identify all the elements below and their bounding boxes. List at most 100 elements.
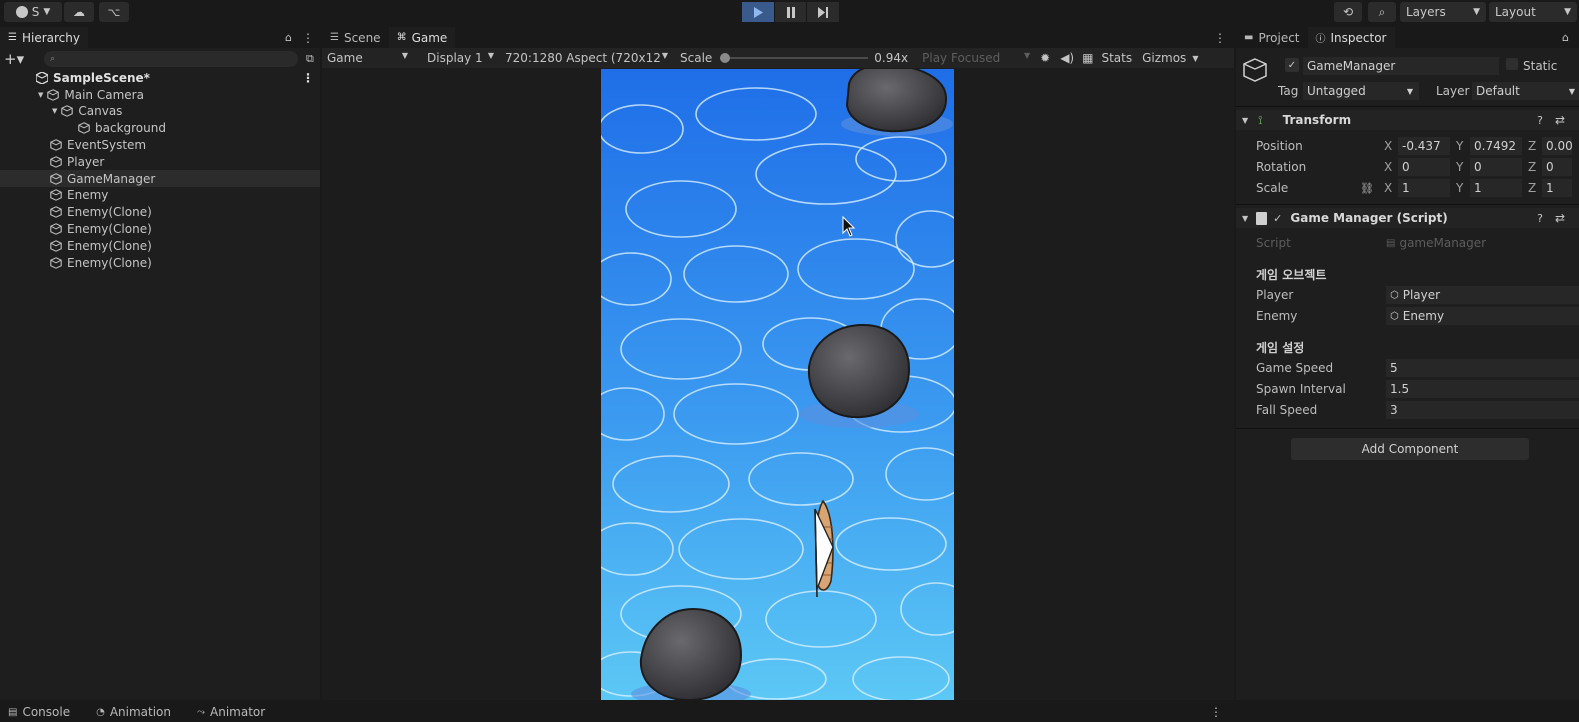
search-button[interactable]: ⌕	[1368, 2, 1396, 22]
layout-dropdown[interactable]: Layout ▼	[1489, 2, 1577, 22]
more-icon[interactable]: ⋮	[1210, 705, 1222, 719]
list-item[interactable]: EventSystem	[0, 136, 320, 153]
lock-icon[interactable]: ⌂	[285, 31, 292, 45]
list-item-label: Main Camera	[64, 87, 144, 102]
list-item-label: Enemy	[67, 188, 109, 203]
grid-icon[interactable]: ▦	[1082, 51, 1093, 65]
scale-x-field[interactable]: 1	[1398, 179, 1450, 197]
tab-game[interactable]: ⌘ Game	[388, 27, 456, 48]
list-item[interactable]: Enemy(Clone)	[0, 237, 320, 254]
lock-icon[interactable]: ⌂	[1562, 31, 1579, 44]
layout-label: Layout	[1495, 5, 1536, 19]
list-item[interactable]: Enemy(Clone)	[0, 254, 320, 271]
axis-z-label: Z	[1528, 160, 1537, 174]
script-component-header[interactable]: ▼ ✓ Game Manager (Script) ? ⇄	[1236, 208, 1579, 228]
foldout-arrow-icon[interactable]: ▼	[52, 107, 57, 115]
rotation-y-field[interactable]: 0	[1470, 158, 1522, 176]
account-dropdown[interactable]: S ▼	[4, 2, 62, 22]
scale-z-field[interactable]: 1	[1542, 179, 1572, 197]
aspect-dropdown[interactable]: 720:1280 Aspect (720x12 ▼	[496, 51, 672, 65]
inspector-panel: ▬ Project ⓘ Inspector ⌂ ✓ GameManager St…	[1236, 27, 1579, 700]
link-icon[interactable]: ⛓	[1360, 182, 1384, 195]
search-input[interactable]: ⌕	[44, 51, 298, 67]
cloud-button[interactable]: ☁	[64, 2, 94, 22]
help-icon[interactable]: ?	[1537, 212, 1543, 225]
bug-icon[interactable]: ✹	[1040, 51, 1050, 65]
list-item-label: GameManager	[67, 171, 156, 186]
object-name-field[interactable]: GameManager	[1303, 57, 1499, 75]
tab-hierarchy[interactable]: ☰ Hierarchy	[0, 27, 88, 48]
position-y-field[interactable]: 0.7492	[1470, 137, 1522, 155]
display-dropdown[interactable]: Display 1 ▼	[414, 51, 496, 65]
tag-value: Untagged	[1307, 84, 1366, 98]
game-mode-dropdown[interactable]: Game ▼	[322, 51, 414, 65]
tab-project[interactable]: ▬ Project	[1236, 27, 1308, 48]
foldout-arrow-icon[interactable]: ▼	[38, 91, 43, 99]
enemy-object-field[interactable]: ⬡ Enemy	[1386, 307, 1579, 325]
spawn-interval-field[interactable]: 1.5	[1386, 380, 1579, 398]
list-item[interactable]: Enemy(Clone)	[0, 220, 320, 237]
audio-icon[interactable]: ◀)	[1060, 51, 1074, 65]
list-item[interactable]: ▼ Canvas	[0, 103, 320, 120]
position-z-field[interactable]: 0.005	[1542, 137, 1572, 155]
tab-animator[interactable]: ⤳ Animator	[189, 702, 273, 722]
player-object-field[interactable]: ⬡ Player	[1386, 286, 1579, 304]
list-item-label: Enemy(Clone)	[67, 221, 152, 236]
script-value: gameManager	[1399, 236, 1487, 250]
tab-console[interactable]: ▤ Console	[0, 702, 78, 722]
collab-button[interactable]: ⌥	[99, 2, 129, 22]
enabled-checkbox[interactable]: ✓	[1273, 212, 1282, 225]
list-item[interactable]: Player	[0, 153, 320, 170]
unity-scene-icon	[36, 71, 48, 84]
static-checkbox[interactable]	[1506, 58, 1518, 70]
list-item[interactable]: GameManager	[0, 170, 320, 187]
play-button[interactable]	[742, 2, 775, 22]
display-label: Display 1	[427, 51, 483, 65]
settings-icon[interactable]: ⇄	[1555, 113, 1565, 127]
transform-header[interactable]: ▼ ⟟ Transform ? ⇄	[1236, 110, 1579, 130]
add-icon[interactable]: +▾	[4, 50, 28, 68]
pause-button[interactable]	[774, 2, 808, 22]
gameobject-icon	[50, 139, 62, 151]
rotation-z-field[interactable]: 0	[1542, 158, 1572, 176]
more-icon[interactable]: ⋮	[1214, 31, 1234, 45]
tab-scene[interactable]: ☰ Scene	[322, 27, 389, 48]
chevron-down-icon: ▼	[487, 51, 494, 60]
game-canvas[interactable]	[601, 69, 954, 700]
game-speed-field[interactable]: 5	[1386, 359, 1579, 377]
game-render	[601, 69, 954, 700]
list-item[interactable]: background	[0, 120, 320, 137]
tab-animation[interactable]: ◔ Animation	[88, 702, 179, 722]
scene-root[interactable]: SampleScene* ⋮	[36, 69, 320, 86]
more-icon[interactable]: ⋮	[302, 31, 314, 45]
layer-dropdown[interactable]: Default ▼	[1472, 82, 1579, 100]
list-item[interactable]: Enemy(Clone)	[0, 204, 320, 221]
list-item[interactable]: ▼ Main Camera	[0, 86, 320, 103]
list-item[interactable]: Enemy	[0, 187, 320, 204]
gameobject-icon	[50, 189, 62, 202]
list-item-label: background	[95, 121, 166, 136]
scene-visibility-icon[interactable]: ⧉	[306, 52, 314, 66]
value: 0.7492	[1474, 139, 1516, 153]
fall-speed-field[interactable]: 3	[1386, 401, 1579, 419]
settings-icon[interactable]: ⇄	[1555, 211, 1565, 225]
layers-dropdown[interactable]: Layers ▼	[1400, 2, 1486, 22]
play-focused-dropdown[interactable]: Play Focused ▼	[922, 51, 1030, 65]
rotation-x-field[interactable]: 0	[1398, 158, 1450, 176]
slider-thumb[interactable]	[720, 53, 731, 63]
scene-icon: ☰	[330, 32, 339, 43]
scale-slider[interactable]	[720, 52, 869, 64]
add-component-button[interactable]: Add Component	[1291, 438, 1529, 460]
animator-icon: ⤳	[197, 706, 206, 718]
step-button[interactable]	[807, 2, 841, 22]
more-icon[interactable]: ⋮	[302, 71, 314, 85]
active-checkbox[interactable]: ✓	[1285, 58, 1299, 72]
scale-y-field[interactable]: 1	[1470, 179, 1522, 197]
help-icon[interactable]: ?	[1537, 114, 1543, 127]
tag-dropdown[interactable]: Untagged ▼	[1303, 82, 1419, 100]
stats-button[interactable]: Stats	[1101, 51, 1132, 65]
gizmos-dropdown[interactable]: Gizmos	[1142, 51, 1186, 65]
position-x-field[interactable]: -0.437	[1398, 137, 1450, 155]
tab-inspector[interactable]: ⓘ Inspector	[1307, 27, 1395, 48]
history-button[interactable]: ⟲	[1334, 2, 1362, 22]
